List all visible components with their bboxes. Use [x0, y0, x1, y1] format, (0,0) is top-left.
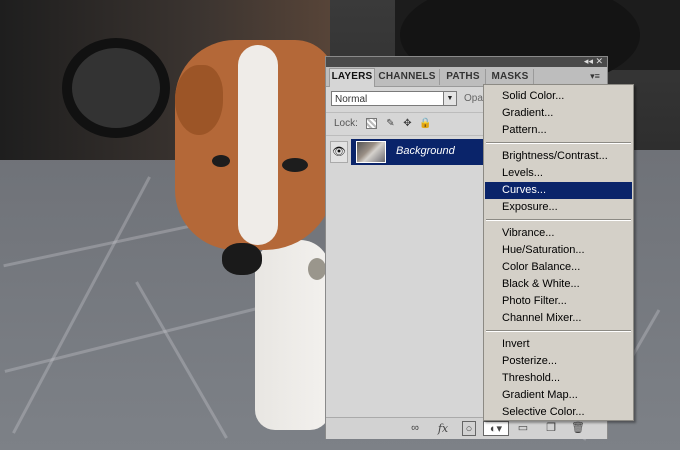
menu-separator — [486, 142, 631, 144]
lock-brush-icon[interactable]: ✎ — [385, 118, 396, 129]
collapse-icon[interactable]: ◂◂ ✕ — [584, 56, 603, 66]
lock-transparency-icon[interactable] — [366, 118, 377, 129]
lock-all-icon[interactable]: 🔒 — [419, 118, 431, 129]
menu-item-levels[interactable]: Levels... — [485, 165, 632, 182]
menu-separator — [486, 330, 631, 332]
blend-mode-select[interactable]: Normal — [331, 91, 457, 106]
panel-title-bar[interactable]: ◂◂ ✕ — [326, 56, 607, 67]
photo-dog-eye — [282, 158, 308, 172]
menu-item-invert[interactable]: Invert — [485, 336, 632, 353]
menu-separator — [486, 219, 631, 221]
photo-motorcycle-wheel — [62, 38, 170, 138]
photo-dog-blaze — [238, 45, 278, 245]
lock-label: Lock: — [334, 118, 358, 129]
layer-thumbnail[interactable] — [356, 141, 386, 163]
tab-layers[interactable]: LAYERS — [329, 68, 375, 87]
trash-icon[interactable]: 🗑 — [571, 421, 585, 436]
mask-icon[interactable]: ○ — [462, 421, 476, 436]
menu-item-gradient-map[interactable]: Gradient Map... — [485, 387, 632, 404]
photo-dog-nose — [222, 243, 262, 275]
opacity-label: Opa — [464, 93, 483, 104]
menu-item-posterize[interactable]: Posterize... — [485, 353, 632, 370]
menu-item-threshold[interactable]: Threshold... — [485, 370, 632, 387]
fx-icon[interactable]: fx — [434, 421, 452, 436]
chevron-down-icon[interactable]: ▼ — [443, 91, 457, 106]
new-layer-icon[interactable]: ❐ — [544, 421, 558, 436]
group-icon[interactable]: ▭ — [516, 421, 530, 436]
menu-item-gradient[interactable]: Gradient... — [485, 105, 632, 122]
menu-item-pattern[interactable]: Pattern... — [485, 122, 632, 139]
menu-item-hue-saturation[interactable]: Hue/Saturation... — [485, 242, 632, 259]
menu-item-photo-filter[interactable]: Photo Filter... — [485, 293, 632, 310]
menu-item-channel-mixer[interactable]: Channel Mixer... — [485, 310, 632, 327]
adjustment-menu: Solid Color... Gradient... Pattern... Br… — [483, 84, 634, 421]
menu-item-selective-color[interactable]: Selective Color... — [485, 404, 632, 421]
menu-item-black-white[interactable]: Black & White... — [485, 276, 632, 293]
panel-menu-icon[interactable]: ▾≡ — [587, 70, 603, 82]
photo-tile-line — [12, 176, 151, 434]
layer-name[interactable]: Background — [396, 145, 455, 157]
adjustment-layer-icon[interactable]: ◐▾ — [483, 421, 509, 436]
photo-tile-line — [135, 281, 228, 439]
eye-icon[interactable]: 👁 — [330, 141, 348, 163]
tab-masks[interactable]: MASKS — [487, 69, 534, 85]
photo-dog-ear — [175, 65, 223, 135]
menu-item-exposure[interactable]: Exposure... — [485, 199, 632, 216]
tab-channels[interactable]: CHANNELS — [375, 69, 440, 85]
menu-item-color-balance[interactable]: Color Balance... — [485, 259, 632, 276]
menu-item-brightness-contrast[interactable]: Brightness/Contrast... — [485, 148, 632, 165]
lock-move-icon[interactable]: ✥ — [402, 118, 413, 129]
tab-paths[interactable]: PATHS — [441, 69, 486, 85]
menu-item-vibrance[interactable]: Vibrance... — [485, 225, 632, 242]
link-icon[interactable]: ∞ — [406, 421, 424, 436]
photo-dog-eye — [212, 155, 230, 167]
menu-item-curves[interactable]: Curves... — [485, 182, 632, 199]
menu-item-solid-color[interactable]: Solid Color... — [485, 88, 632, 105]
photo-dog-bell — [308, 258, 326, 280]
